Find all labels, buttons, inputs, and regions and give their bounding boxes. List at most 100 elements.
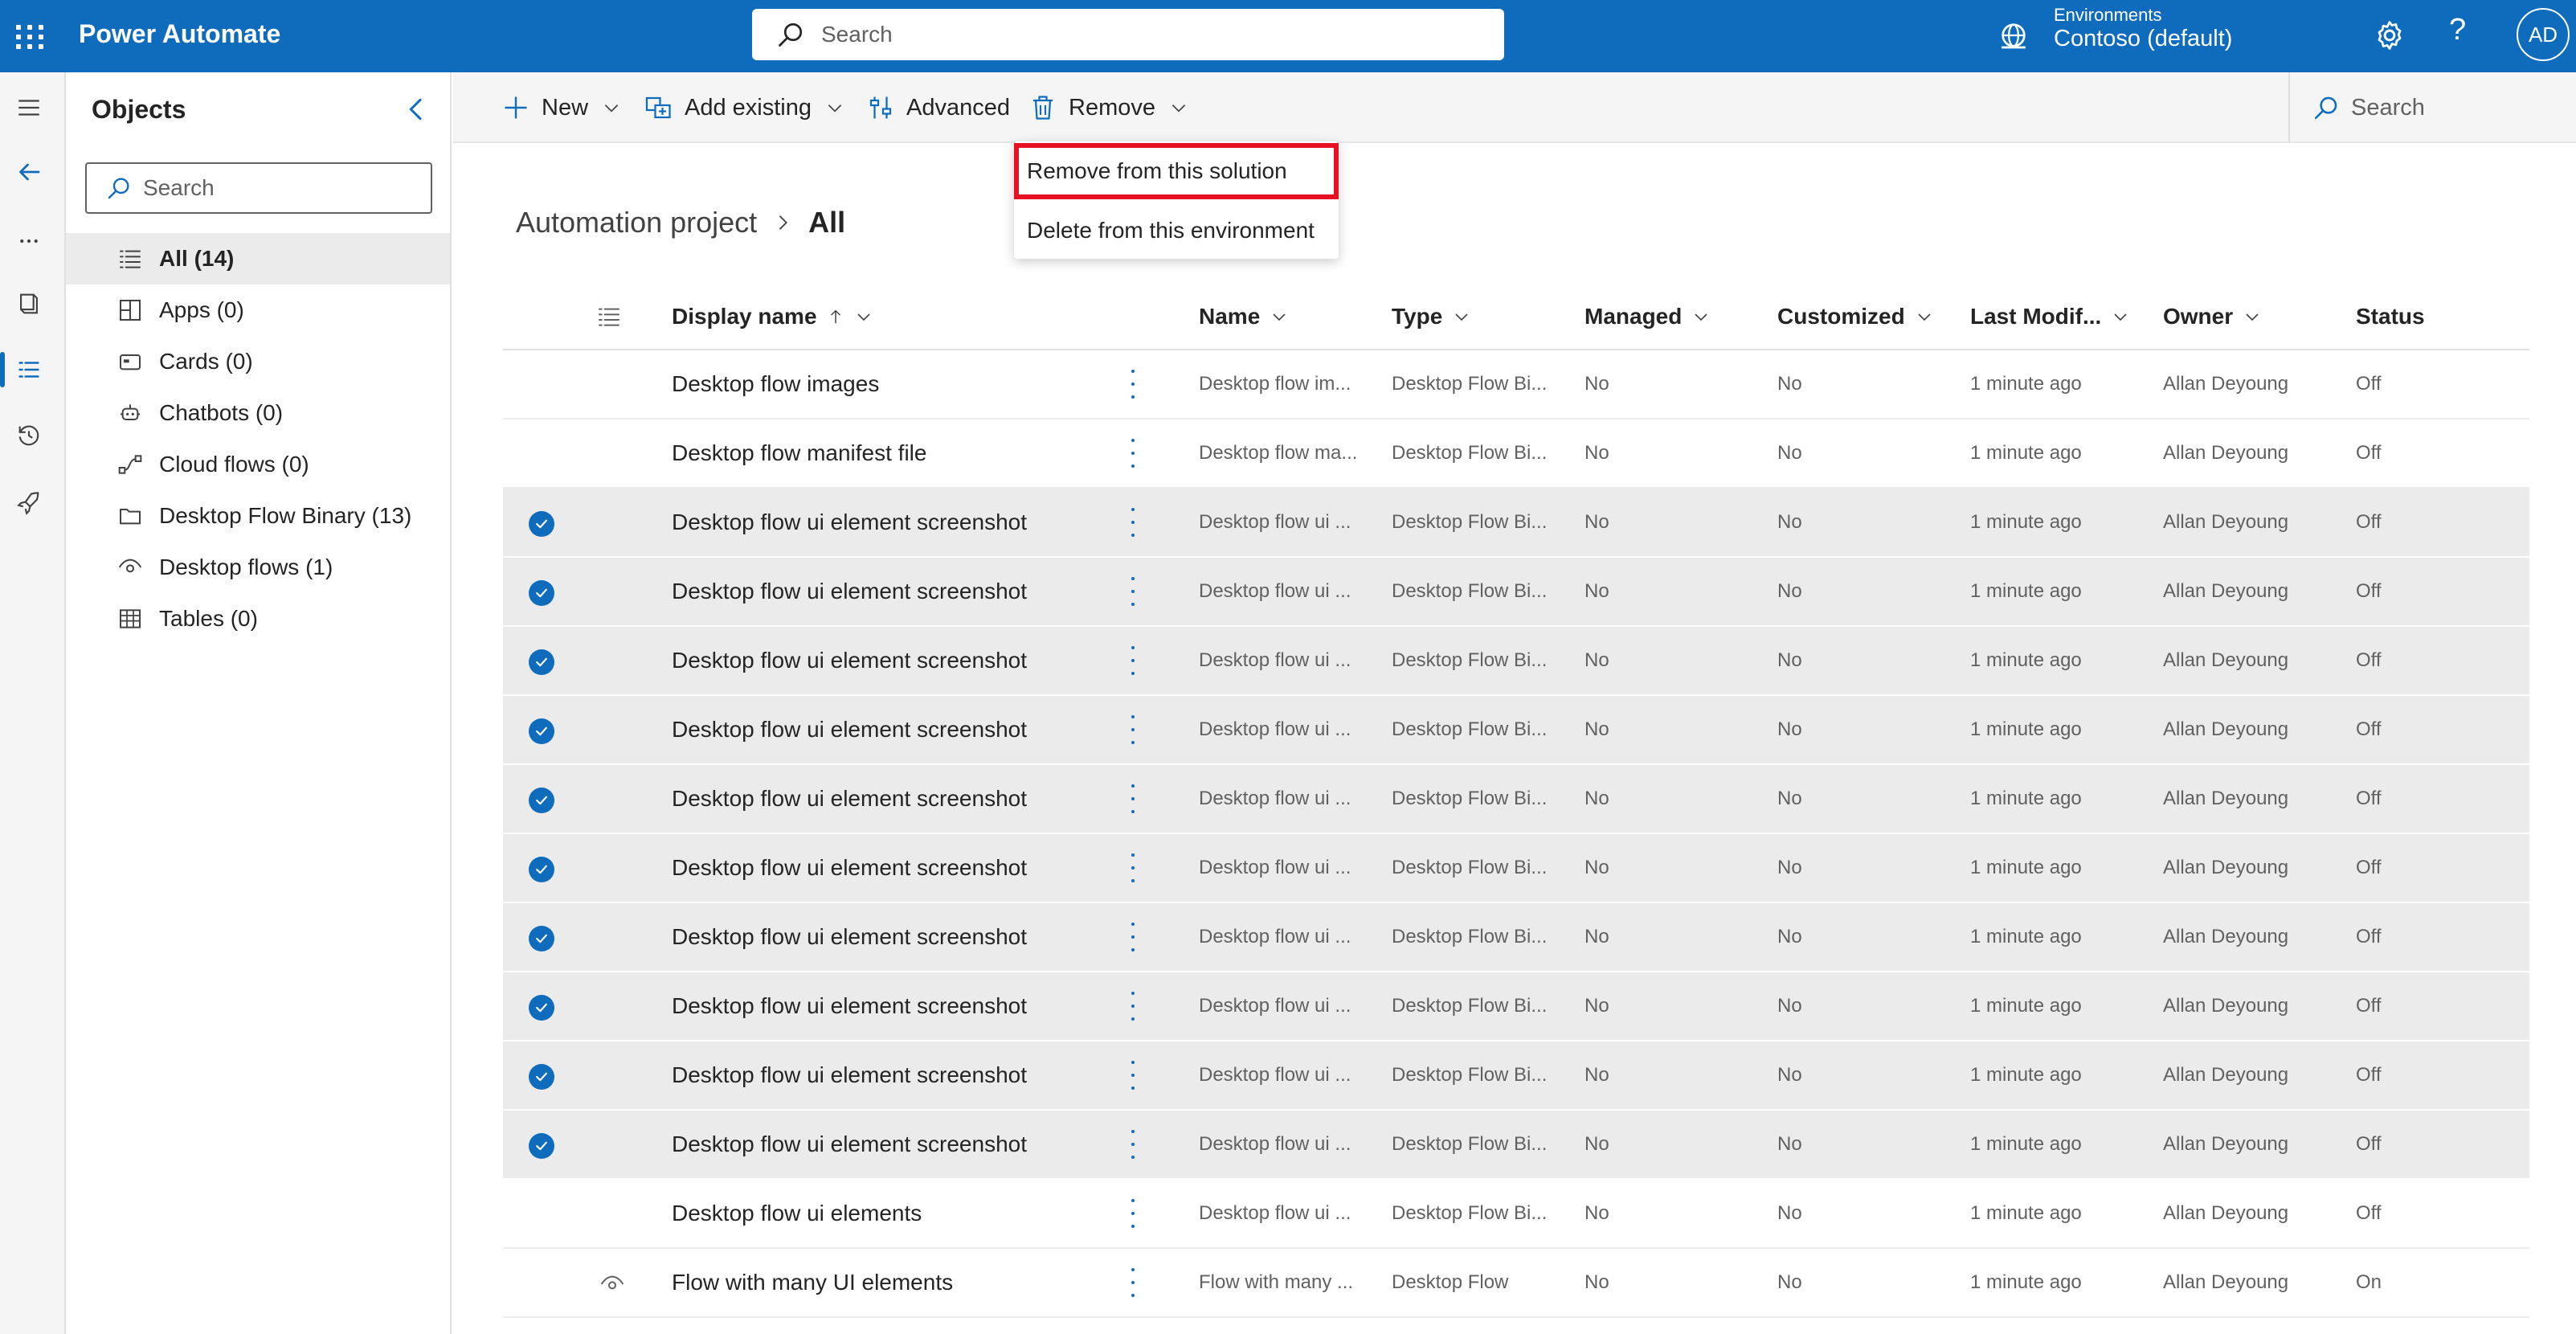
column-customized[interactable]: Customized: [1777, 283, 1934, 350]
checkmark-circle-icon[interactable]: [529, 857, 554, 882]
cell-name: Desktop flow ma...: [1199, 442, 1358, 464]
cell-display-name[interactable]: Desktop flow ui element screenshot: [672, 903, 1027, 971]
table-row[interactable]: Flow with many UI elements Flow with many…: [503, 1249, 2529, 1318]
objects-item-cloud-flows[interactable]: Cloud flows (0): [66, 439, 450, 490]
checkmark-circle-icon[interactable]: [529, 1133, 554, 1159]
cell-display-name[interactable]: Desktop flow ui element screenshot: [672, 696, 1027, 763]
more-options-icon[interactable]: [1128, 646, 1138, 675]
advanced-button[interactable]: Advanced: [866, 72, 1010, 143]
global-search-input[interactable]: Search: [752, 9, 1504, 60]
collapse-chevron-icon[interactable]: [400, 93, 432, 125]
rocket-icon[interactable]: [13, 487, 45, 519]
cell-display-name[interactable]: Desktop flow ui element screenshot: [672, 627, 1027, 694]
breadcrumb-parent[interactable]: Automation project: [516, 206, 757, 239]
grid-search-input[interactable]: Search: [2288, 72, 2576, 143]
table-row[interactable]: Desktop flow ui element screenshot Deskto…: [503, 903, 2529, 972]
table-row[interactable]: Desktop flow manifest file Desktop flow m…: [503, 419, 2529, 489]
hamburger-icon[interactable]: [13, 92, 45, 124]
column-managed[interactable]: Managed: [1584, 283, 1711, 350]
table-row[interactable]: Desktop flow ui element screenshot Deskto…: [503, 834, 2529, 903]
checkmark-circle-icon[interactable]: [529, 718, 554, 744]
checkmark-circle-icon[interactable]: [529, 788, 554, 813]
table-row[interactable]: Desktop flow ui element screenshot Deskto…: [503, 1111, 2529, 1180]
cell-display-name[interactable]: Desktop flow ui elements: [672, 1180, 922, 1247]
table-row[interactable]: Desktop flow ui element screenshot Deskto…: [503, 489, 2529, 558]
table-row[interactable]: Desktop flow ui elements Desktop flow ui …: [503, 1180, 2529, 1249]
table-row[interactable]: Desktop flow ui element screenshot Deskto…: [503, 1041, 2529, 1111]
more-options-icon[interactable]: [1128, 715, 1138, 744]
table-row[interactable]: Desktop flow ui element screenshot Deskto…: [503, 765, 2529, 834]
table-row[interactable]: Desktop flow ui element screenshot Deskto…: [503, 558, 2529, 627]
cell-display-name[interactable]: Desktop flow ui element screenshot: [672, 972, 1027, 1040]
objects-item-label: All: [159, 246, 188, 271]
remove-button[interactable]: Remove: [1028, 72, 1189, 143]
menu-item-delete-from-environment[interactable]: Delete from this environment: [1014, 203, 1339, 259]
objects-item-tables[interactable]: Tables (0): [66, 593, 450, 644]
column-owner[interactable]: Owner: [2163, 283, 2262, 350]
more-options-icon[interactable]: [1128, 439, 1138, 468]
cell-display-name[interactable]: Desktop flow ui element screenshot: [672, 558, 1027, 625]
new-button[interactable]: New: [501, 72, 622, 143]
column-display-name[interactable]: Display name: [672, 283, 873, 350]
cell-display-name[interactable]: Desktop flow ui element screenshot: [672, 765, 1027, 833]
help-icon[interactable]: ?: [2449, 13, 2466, 47]
cell-display-name[interactable]: Desktop flow ui element screenshot: [672, 1041, 1027, 1109]
gear-icon[interactable]: [2372, 18, 2407, 53]
checkmark-circle-icon[interactable]: [529, 511, 554, 537]
more-options-icon[interactable]: [1128, 577, 1138, 606]
cell-type: Desktop Flow Bi...: [1392, 857, 1548, 878]
checkmark-circle-icon[interactable]: [529, 995, 554, 1021]
column-last-modified[interactable]: Last Modif...: [1970, 283, 2130, 350]
cell-display-name[interactable]: Desktop flow ui element screenshot: [672, 1111, 1027, 1178]
back-arrow-icon[interactable]: [13, 156, 45, 188]
objects-search-input[interactable]: Search: [85, 162, 432, 214]
checkmark-circle-icon[interactable]: [529, 926, 554, 951]
more-options-icon[interactable]: [1128, 992, 1138, 1021]
objects-item-cards[interactable]: Cards (0): [66, 336, 450, 387]
objects-item-apps[interactable]: Apps (0): [66, 284, 450, 336]
cell-display-name[interactable]: Desktop flow manifest file: [672, 419, 926, 487]
objects-list-icon[interactable]: [13, 354, 45, 386]
table-row[interactable]: Desktop flow ui element screenshot Deskto…: [503, 972, 2529, 1041]
top-bar: Power Automate Search Environments Conto…: [0, 0, 2576, 72]
more-options-icon[interactable]: [1128, 1268, 1138, 1297]
cell-managed: No: [1584, 373, 1609, 395]
column-status[interactable]: Status: [2356, 283, 2425, 350]
menu-item-remove-from-solution[interactable]: Remove from this solution: [1014, 143, 1339, 199]
app-launcher-icon[interactable]: [11, 20, 43, 52]
more-options-icon[interactable]: [1128, 370, 1138, 399]
add-existing-button[interactable]: Add existing: [644, 72, 845, 143]
more-options-icon[interactable]: [1128, 923, 1138, 951]
cell-display-name[interactable]: Flow with many UI elements: [672, 1249, 953, 1316]
column-name[interactable]: Name: [1199, 283, 1289, 350]
more-options-icon[interactable]: [1128, 1199, 1138, 1228]
more-options-icon[interactable]: [1128, 784, 1138, 813]
cell-display-name[interactable]: Desktop flow ui element screenshot: [672, 489, 1027, 556]
checkmark-circle-icon[interactable]: [529, 649, 554, 675]
book-icon[interactable]: [13, 288, 45, 320]
more-options-icon[interactable]: [1128, 508, 1138, 537]
objects-item-all[interactable]: All (14): [66, 233, 450, 284]
objects-item-desktop-flow-binary[interactable]: Desktop Flow Binary (13): [66, 490, 450, 542]
app-title[interactable]: Power Automate: [79, 19, 280, 49]
checkmark-circle-icon[interactable]: [529, 1064, 554, 1090]
more-options-icon[interactable]: [1128, 853, 1138, 882]
row-selector-header-icon[interactable]: [596, 283, 622, 350]
column-type[interactable]: Type: [1392, 283, 1471, 350]
environment-name[interactable]: Contoso (default): [2054, 26, 2232, 52]
objects-item-label: Tables: [159, 606, 224, 631]
table-row[interactable]: Desktop flow ui element screenshot Deskto…: [503, 627, 2529, 696]
checkmark-circle-icon[interactable]: [529, 580, 554, 606]
environment-icon[interactable]: [1997, 19, 2030, 51]
more-options-icon[interactable]: [1128, 1061, 1138, 1090]
objects-item-desktop-flows[interactable]: Desktop flows (1): [66, 542, 450, 593]
more-options-icon[interactable]: [1128, 1130, 1138, 1159]
history-icon[interactable]: [13, 419, 45, 452]
objects-item-chatbots[interactable]: Chatbots (0): [66, 387, 450, 439]
table-row[interactable]: Desktop flow images Desktop flow im... Des…: [503, 350, 2529, 419]
table-row[interactable]: Desktop flow ui element screenshot Deskto…: [503, 696, 2529, 765]
cell-display-name[interactable]: Desktop flow images: [672, 350, 879, 418]
more-icon[interactable]: [13, 225, 45, 257]
avatar[interactable]: AD: [2517, 8, 2570, 61]
cell-display-name[interactable]: Desktop flow ui element screenshot: [672, 834, 1027, 902]
